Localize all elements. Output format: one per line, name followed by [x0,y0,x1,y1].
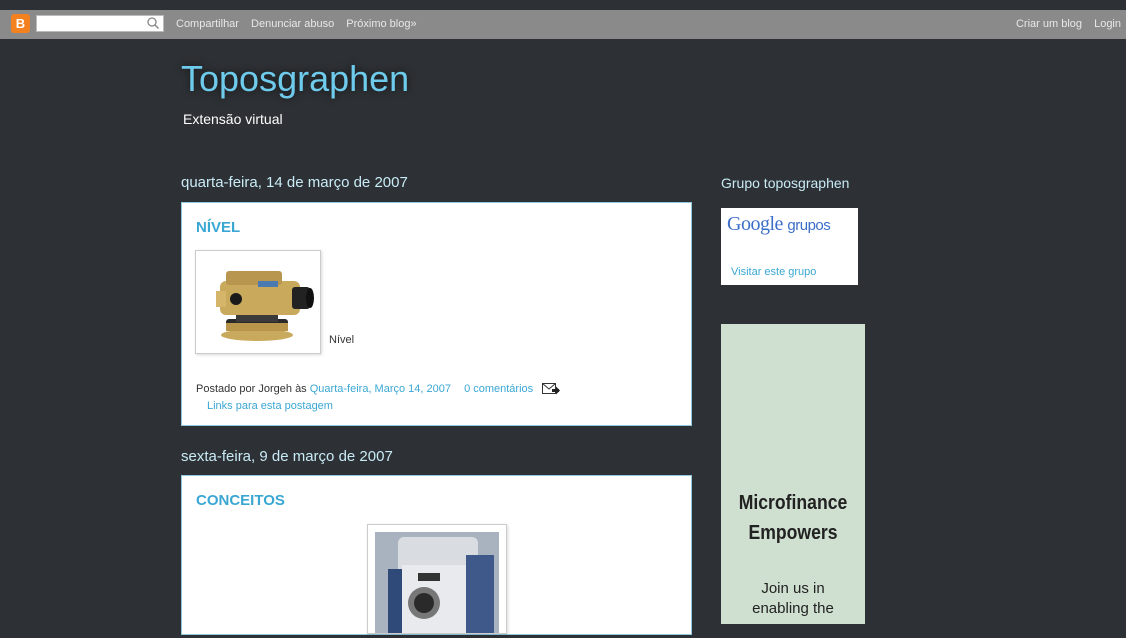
post-caption: Nível [329,334,355,346]
ad-headline-line-2: Empowers [748,522,838,544]
navbar-right-links: Criar um blog Login [1007,10,1121,39]
ad-body: Join us in enabling the [721,579,865,619]
groups-logo-text: grupos [787,217,831,234]
blogger-navbar: B Compartilhar Denunciar abuso Próximo b… [0,10,1126,39]
search-box [36,15,164,33]
blogger-logo-icon[interactable]: B [11,14,30,33]
level-instrument-icon [216,271,314,341]
create-blog-link[interactable]: Criar um blog [1016,18,1082,30]
google-groups-widget: Google grupos Visitar este grupo [721,208,858,285]
google-groups-logo[interactable]: Google grupos [727,213,831,236]
report-abuse-link[interactable]: Denunciar abuso [251,18,334,30]
posted-by-text: Postado por Jorgeh às [196,383,307,395]
sidebar-ad[interactable]: Microfinance Empowers Join us in enablin… [721,324,865,624]
post: NÍVEL Nível Postado por Jorgeh às Quarta… [181,202,692,426]
visit-group-link[interactable]: Visitar este grupo [731,266,816,278]
search-icon[interactable] [146,16,160,30]
ad-body-line-2: enabling the [752,600,834,617]
google-logo-text: Google [727,213,783,235]
post-footer: Postado por Jorgeh às Quarta-feira, Març… [196,383,561,395]
comments-link[interactable]: 0 comentários [464,383,533,395]
ad-headline: Microfinance Empowers [730,488,857,548]
sidebar-group-title: Grupo toposgraphen [721,175,850,191]
navbar-links: Compartilhar Denunciar abuso Próximo blo… [176,10,426,39]
search-input[interactable] [37,19,148,33]
total-station-icon [375,532,499,633]
email-post-icon[interactable] [542,383,561,395]
post-date-link[interactable]: Quarta-feira, Março 14, 2007 [310,383,451,395]
level-instrument-image[interactable] [195,250,321,354]
post-title[interactable]: NÍVEL [196,219,240,236]
post-date-header: sexta-feira, 9 de março de 2007 [181,448,393,465]
post-title[interactable]: CONCEITOS [196,492,285,509]
total-station-image[interactable] [367,524,507,634]
blog-title[interactable]: Toposgraphen [181,58,409,100]
post: CONCEITOS [181,475,692,635]
share-link[interactable]: Compartilhar [176,18,239,30]
blog-description: Extensão virtual [183,111,283,127]
ad-body-line-1: Join us in [761,580,825,597]
backlinks-link[interactable]: Links para esta postagem [207,400,333,412]
ad-headline-line-1: Microfinance [738,492,848,514]
next-blog-link[interactable]: Próximo blog» [346,18,416,30]
post-date-header: quarta-feira, 14 de março de 2007 [181,174,408,191]
login-link[interactable]: Login [1094,18,1121,30]
